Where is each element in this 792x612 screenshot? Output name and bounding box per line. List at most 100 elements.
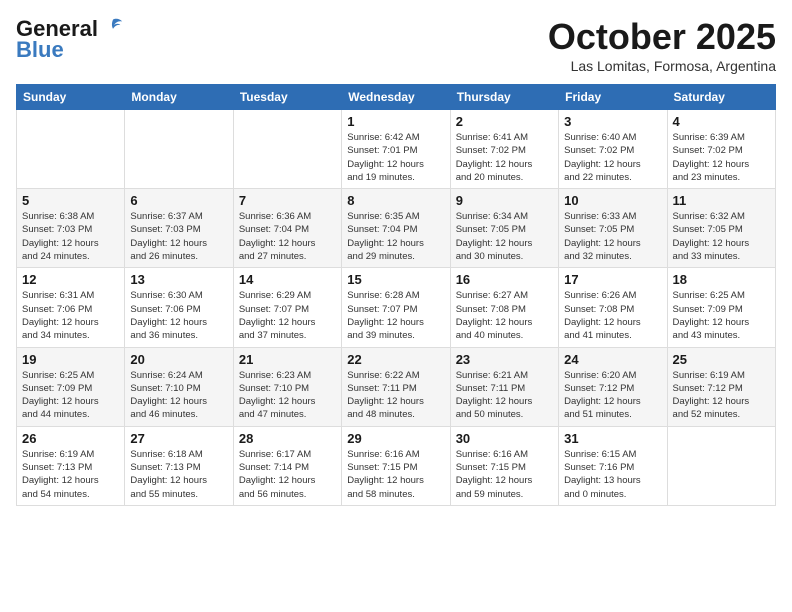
day-info: Sunrise: 6:42 AM Sunset: 7:01 PM Dayligh… [347, 131, 444, 184]
calendar-week-5: 26 Sunrise: 6:19 AM Sunset: 7:13 PM Dayli… [17, 426, 776, 505]
day-number: 11 [673, 193, 770, 208]
day-info: Sunrise: 6:32 AM Sunset: 7:05 PM Dayligh… [673, 210, 770, 263]
day-info: Sunrise: 6:28 AM Sunset: 7:07 PM Dayligh… [347, 289, 444, 342]
day-number: 15 [347, 272, 444, 287]
page-header: General Blue October 2025 Las Lomitas, F… [16, 16, 776, 74]
day-info: Sunrise: 6:33 AM Sunset: 7:05 PM Dayligh… [564, 210, 661, 263]
day-number: 21 [239, 352, 336, 367]
day-number: 3 [564, 114, 661, 129]
day-number: 28 [239, 431, 336, 446]
logo: General Blue [16, 16, 124, 61]
day-number: 17 [564, 272, 661, 287]
calendar-cell: 23 Sunrise: 6:21 AM Sunset: 7:11 PM Dayli… [450, 347, 558, 426]
day-number: 26 [22, 431, 119, 446]
day-info: Sunrise: 6:27 AM Sunset: 7:08 PM Dayligh… [456, 289, 553, 342]
day-number: 12 [22, 272, 119, 287]
day-info: Sunrise: 6:36 AM Sunset: 7:04 PM Dayligh… [239, 210, 336, 263]
day-info: Sunrise: 6:16 AM Sunset: 7:15 PM Dayligh… [347, 448, 444, 501]
day-number: 30 [456, 431, 553, 446]
day-number: 4 [673, 114, 770, 129]
calendar-cell: 22 Sunrise: 6:22 AM Sunset: 7:11 PM Dayli… [342, 347, 450, 426]
weekday-header-friday: Friday [559, 85, 667, 110]
location: Las Lomitas, Formosa, Argentina [548, 58, 776, 74]
day-info: Sunrise: 6:23 AM Sunset: 7:10 PM Dayligh… [239, 369, 336, 422]
day-number: 8 [347, 193, 444, 208]
calendar-cell: 10 Sunrise: 6:33 AM Sunset: 7:05 PM Dayli… [559, 189, 667, 268]
calendar-cell: 20 Sunrise: 6:24 AM Sunset: 7:10 PM Dayli… [125, 347, 233, 426]
day-info: Sunrise: 6:16 AM Sunset: 7:15 PM Dayligh… [456, 448, 553, 501]
day-info: Sunrise: 6:19 AM Sunset: 7:12 PM Dayligh… [673, 369, 770, 422]
day-info: Sunrise: 6:19 AM Sunset: 7:13 PM Dayligh… [22, 448, 119, 501]
day-info: Sunrise: 6:38 AM Sunset: 7:03 PM Dayligh… [22, 210, 119, 263]
calendar-cell: 18Sunrise: 6:25 AM Sunset: 7:09 PM Dayli… [667, 268, 775, 347]
calendar-cell: 3 Sunrise: 6:40 AM Sunset: 7:02 PM Daylig… [559, 110, 667, 189]
calendar-cell: 11 Sunrise: 6:32 AM Sunset: 7:05 PM Dayli… [667, 189, 775, 268]
calendar-table: SundayMondayTuesdayWednesdayThursdayFrid… [16, 84, 776, 506]
weekday-header-sunday: Sunday [17, 85, 125, 110]
day-info: Sunrise: 6:15 AM Sunset: 7:16 PM Dayligh… [564, 448, 661, 501]
day-number: 27 [130, 431, 227, 446]
calendar-cell [17, 110, 125, 189]
calendar-cell: 17Sunrise: 6:26 AM Sunset: 7:08 PM Dayli… [559, 268, 667, 347]
weekday-header-row: SundayMondayTuesdayWednesdayThursdayFrid… [17, 85, 776, 110]
day-number: 20 [130, 352, 227, 367]
day-number: 25 [673, 352, 770, 367]
day-number: 22 [347, 352, 444, 367]
calendar-cell: 24 Sunrise: 6:20 AM Sunset: 7:12 PM Dayli… [559, 347, 667, 426]
calendar-cell: 7 Sunrise: 6:36 AM Sunset: 7:04 PM Daylig… [233, 189, 341, 268]
weekday-header-monday: Monday [125, 85, 233, 110]
calendar-cell: 21 Sunrise: 6:23 AM Sunset: 7:10 PM Dayli… [233, 347, 341, 426]
day-number: 9 [456, 193, 553, 208]
day-info: Sunrise: 6:35 AM Sunset: 7:04 PM Dayligh… [347, 210, 444, 263]
calendar-cell: 4Sunrise: 6:39 AM Sunset: 7:02 PM Daylig… [667, 110, 775, 189]
day-number: 6 [130, 193, 227, 208]
day-info: Sunrise: 6:29 AM Sunset: 7:07 PM Dayligh… [239, 289, 336, 342]
day-info: Sunrise: 6:25 AM Sunset: 7:09 PM Dayligh… [673, 289, 770, 342]
calendar-cell: 14 Sunrise: 6:29 AM Sunset: 7:07 PM Dayli… [233, 268, 341, 347]
calendar-cell [233, 110, 341, 189]
weekday-header-wednesday: Wednesday [342, 85, 450, 110]
day-number: 10 [564, 193, 661, 208]
day-info: Sunrise: 6:22 AM Sunset: 7:11 PM Dayligh… [347, 369, 444, 422]
day-number: 24 [564, 352, 661, 367]
logo-blue: Blue [16, 39, 64, 61]
day-info: Sunrise: 6:37 AM Sunset: 7:03 PM Dayligh… [130, 210, 227, 263]
calendar-cell: 2Sunrise: 6:41 AM Sunset: 7:02 PM Daylig… [450, 110, 558, 189]
calendar-cell: 19Sunrise: 6:25 AM Sunset: 7:09 PM Dayli… [17, 347, 125, 426]
calendar-week-1: 1Sunrise: 6:42 AM Sunset: 7:01 PM Daylig… [17, 110, 776, 189]
calendar-cell: 1Sunrise: 6:42 AM Sunset: 7:01 PM Daylig… [342, 110, 450, 189]
calendar-cell: 13 Sunrise: 6:30 AM Sunset: 7:06 PM Dayli… [125, 268, 233, 347]
calendar-cell: 12 Sunrise: 6:31 AM Sunset: 7:06 PM Dayli… [17, 268, 125, 347]
calendar-week-2: 5 Sunrise: 6:38 AM Sunset: 7:03 PM Daylig… [17, 189, 776, 268]
day-info: Sunrise: 6:40 AM Sunset: 7:02 PM Dayligh… [564, 131, 661, 184]
calendar-cell: 9Sunrise: 6:34 AM Sunset: 7:05 PM Daylig… [450, 189, 558, 268]
calendar-cell [125, 110, 233, 189]
calendar-cell: 29 Sunrise: 6:16 AM Sunset: 7:15 PM Dayli… [342, 426, 450, 505]
day-info: Sunrise: 6:18 AM Sunset: 7:13 PM Dayligh… [130, 448, 227, 501]
weekday-header-tuesday: Tuesday [233, 85, 341, 110]
day-number: 5 [22, 193, 119, 208]
title-block: October 2025 Las Lomitas, Formosa, Argen… [548, 16, 776, 74]
calendar-cell: 25 Sunrise: 6:19 AM Sunset: 7:12 PM Dayli… [667, 347, 775, 426]
calendar-cell: 27 Sunrise: 6:18 AM Sunset: 7:13 PM Dayli… [125, 426, 233, 505]
day-number: 13 [130, 272, 227, 287]
calendar-week-4: 19Sunrise: 6:25 AM Sunset: 7:09 PM Dayli… [17, 347, 776, 426]
day-number: 31 [564, 431, 661, 446]
day-number: 29 [347, 431, 444, 446]
day-info: Sunrise: 6:21 AM Sunset: 7:11 PM Dayligh… [456, 369, 553, 422]
calendar-cell: 28 Sunrise: 6:17 AM Sunset: 7:14 PM Dayli… [233, 426, 341, 505]
calendar-week-3: 12 Sunrise: 6:31 AM Sunset: 7:06 PM Dayli… [17, 268, 776, 347]
day-info: Sunrise: 6:31 AM Sunset: 7:06 PM Dayligh… [22, 289, 119, 342]
day-info: Sunrise: 6:20 AM Sunset: 7:12 PM Dayligh… [564, 369, 661, 422]
day-number: 7 [239, 193, 336, 208]
calendar-cell: 6 Sunrise: 6:37 AM Sunset: 7:03 PM Daylig… [125, 189, 233, 268]
calendar-cell: 16 Sunrise: 6:27 AM Sunset: 7:08 PM Dayli… [450, 268, 558, 347]
weekday-header-thursday: Thursday [450, 85, 558, 110]
day-number: 19 [22, 352, 119, 367]
day-number: 14 [239, 272, 336, 287]
day-number: 23 [456, 352, 553, 367]
day-info: Sunrise: 6:24 AM Sunset: 7:10 PM Dayligh… [130, 369, 227, 422]
day-number: 16 [456, 272, 553, 287]
day-info: Sunrise: 6:17 AM Sunset: 7:14 PM Dayligh… [239, 448, 336, 501]
day-info: Sunrise: 6:30 AM Sunset: 7:06 PM Dayligh… [130, 289, 227, 342]
